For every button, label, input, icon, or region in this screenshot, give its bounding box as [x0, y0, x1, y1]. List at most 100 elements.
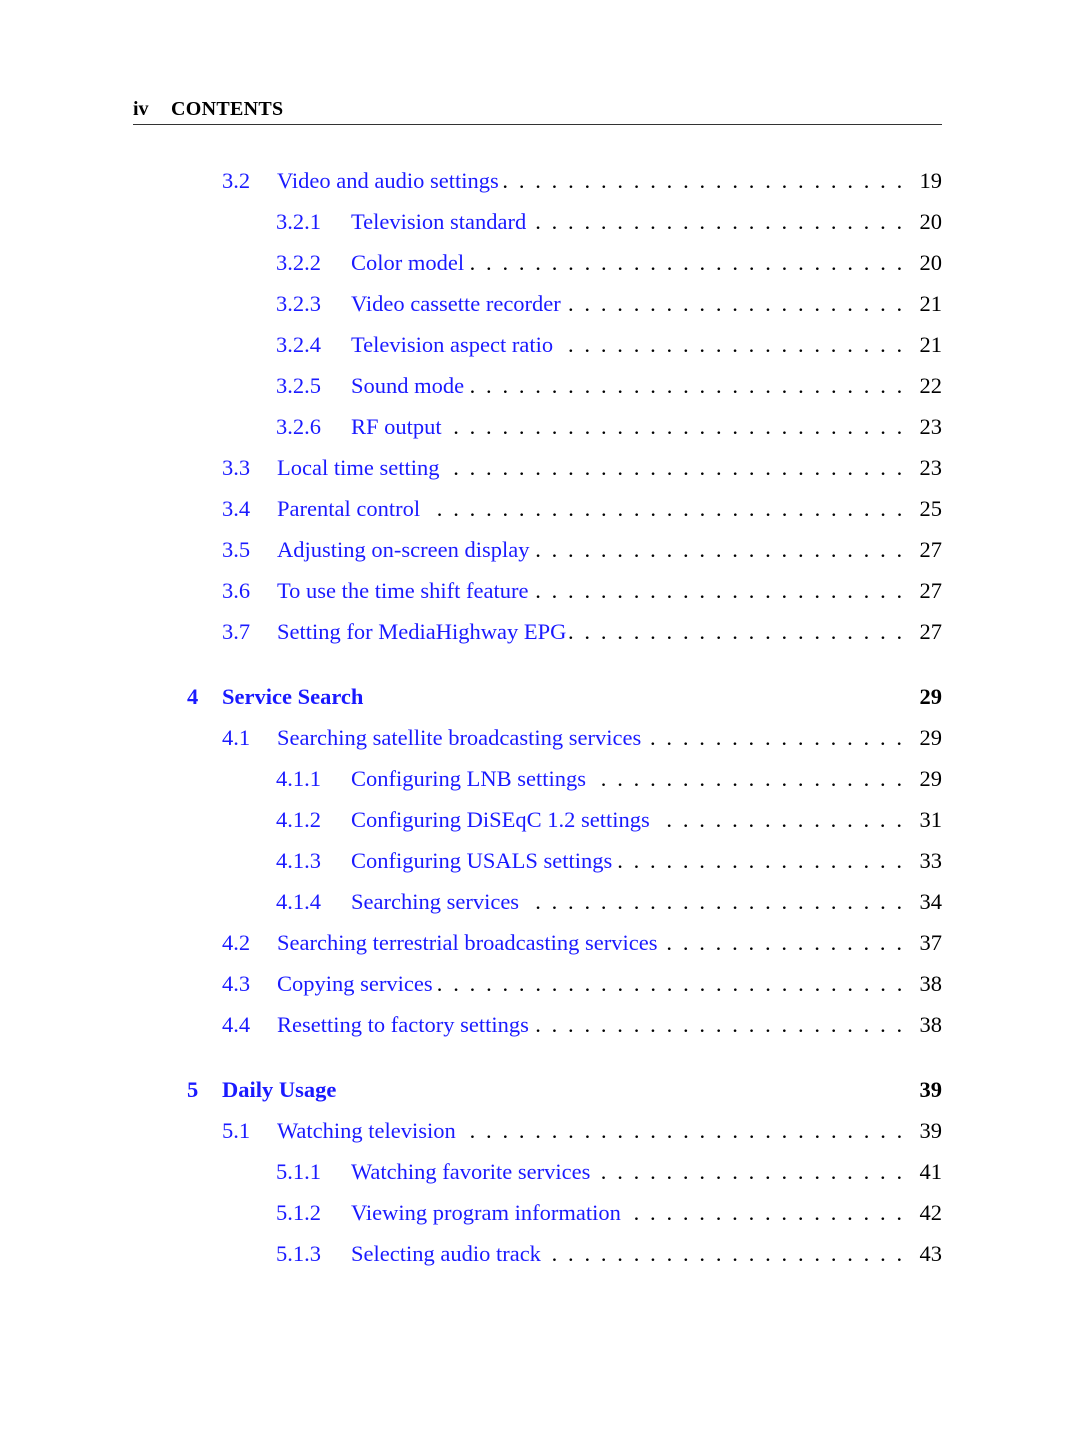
toc-entry-title[interactable]: Configuring DiSEqC 1.2 settings	[351, 805, 650, 835]
toc-entry-number[interactable]: 3.4	[222, 494, 250, 524]
toc-entry[interactable]: 4.1.1 Configuring LNB settings...........…	[0, 764, 1080, 794]
toc-entry[interactable]: 3.2.3 Video cassette recorder............…	[0, 289, 1080, 319]
toc-entry[interactable]: 3.2.5 Sound mode.........................…	[0, 371, 1080, 401]
toc-entry-title[interactable]: To use the time shift feature	[277, 576, 528, 606]
toc-entry-page[interactable]: 27	[920, 617, 943, 647]
toc-entry-number[interactable]: 4.1.4	[276, 887, 321, 917]
toc-entry-page[interactable]: 22	[920, 371, 943, 401]
toc-entry-title[interactable]: Video cassette recorder	[351, 289, 561, 319]
toc-entry-page[interactable]: 34	[920, 887, 943, 917]
toc-chapter-entry[interactable]: 5 Daily Usage 39	[0, 1075, 1080, 1105]
toc-entry-title[interactable]: Television aspect ratio	[351, 330, 553, 360]
toc-entry-number[interactable]: 3.2.1	[276, 207, 321, 237]
toc-entry-number[interactable]: 3.2.5	[276, 371, 321, 401]
toc-entry[interactable]: 5.1.1 Watching favorite services.........…	[0, 1157, 1080, 1187]
toc-entry[interactable]: 3.7 Setting for MediaHighway EPG.........…	[0, 617, 1080, 647]
toc-entry-number[interactable]: 5.1.2	[276, 1198, 321, 1228]
toc-entry-number[interactable]: 4.1.2	[276, 805, 321, 835]
toc-entry-page[interactable]: 19	[920, 166, 943, 196]
toc-entry-title[interactable]: Setting for MediaHighway EPG	[277, 617, 566, 647]
toc-entry[interactable]: 3.4 Parental control.....................…	[0, 494, 1080, 524]
toc-entry-number[interactable]: 4.3	[222, 969, 250, 999]
toc-entry-title[interactable]: Color model	[351, 248, 464, 278]
toc-entry[interactable]: 3.3 Local time setting...................…	[0, 453, 1080, 483]
toc-entry-number[interactable]: 3.2.3	[276, 289, 321, 319]
toc-entry[interactable]: 5.1 Watching television..................…	[0, 1116, 1080, 1146]
toc-entry-number[interactable]: 3.7	[222, 617, 250, 647]
toc-entry-page[interactable]: 20	[920, 248, 943, 278]
toc-entry[interactable]: 4.1.2 Configuring DiSEqC 1.2 settings....…	[0, 805, 1080, 835]
toc-entry-page[interactable]: 41	[920, 1157, 943, 1187]
toc-entry-page[interactable]: 21	[920, 289, 943, 319]
toc-entry[interactable]: 3.5 Adjusting on-screen display..........…	[0, 535, 1080, 565]
toc-entry-title[interactable]: Adjusting on-screen display	[277, 535, 529, 565]
toc-entry-number[interactable]: 3.3	[222, 453, 250, 483]
toc-entry-page[interactable]: 25	[920, 494, 943, 524]
toc-entry-page[interactable]: 29	[920, 764, 943, 794]
toc-entry-number[interactable]: 5.1	[222, 1116, 250, 1146]
toc-entry-number[interactable]: 4.1	[222, 723, 250, 753]
toc-entry-number[interactable]: 3.2.4	[276, 330, 321, 360]
toc-entry[interactable]: 3.2.1 Television standard................…	[0, 207, 1080, 237]
toc-entry[interactable]: 4.2 Searching terrestrial broadcasting se…	[0, 928, 1080, 958]
toc-entry-page[interactable]: 39	[920, 1116, 943, 1146]
toc-entry-title[interactable]: Watching favorite services	[351, 1157, 590, 1187]
toc-entry-number[interactable]: 4.2	[222, 928, 250, 958]
toc-entry-title[interactable]: Daily Usage	[222, 1075, 336, 1105]
toc-entry-page[interactable]: 37	[920, 928, 943, 958]
toc-entry-page[interactable]: 31	[920, 805, 943, 835]
toc-entry[interactable]: 3.2 Video and audio settings.............…	[0, 166, 1080, 196]
toc-entry-page[interactable]: 38	[920, 969, 943, 999]
toc-entry-title[interactable]: Resetting to factory settings	[277, 1010, 529, 1040]
toc-entry-number[interactable]: 4.1.3	[276, 846, 321, 876]
toc-entry-page[interactable]: 27	[920, 535, 943, 565]
toc-entry-page[interactable]: 29	[920, 682, 943, 712]
toc-entry-number[interactable]: 3.2	[222, 166, 250, 196]
toc-entry[interactable]: 4.1.3 Configuring USALS settings.........…	[0, 846, 1080, 876]
toc-entry-title[interactable]: Television standard	[351, 207, 526, 237]
toc-entry-number[interactable]: 3.6	[222, 576, 250, 606]
toc-entry-page[interactable]: 20	[920, 207, 943, 237]
toc-entry-title[interactable]: RF output	[351, 412, 442, 442]
toc-entry-number[interactable]: 5	[187, 1075, 198, 1105]
toc-entry-title[interactable]: Video and audio settings	[277, 166, 499, 196]
toc-entry-page[interactable]: 23	[920, 453, 943, 483]
toc-entry[interactable]: 3.2.2 Color model........................…	[0, 248, 1080, 278]
toc-entry-title[interactable]: Searching services	[351, 887, 519, 917]
toc-entry-number[interactable]: 4.4	[222, 1010, 250, 1040]
toc-chapter-entry[interactable]: 4 Service Search 29	[0, 682, 1080, 712]
toc-entry-page[interactable]: 21	[920, 330, 943, 360]
toc-entry[interactable]: 5.1.3 Selecting audio track..............…	[0, 1239, 1080, 1269]
toc-entry-page[interactable]: 29	[920, 723, 943, 753]
toc-entry-page[interactable]: 33	[920, 846, 943, 876]
toc-entry-number[interactable]: 3.2.2	[276, 248, 321, 278]
toc-entry-page[interactable]: 42	[920, 1198, 943, 1228]
toc-entry-number[interactable]: 3.2.6	[276, 412, 321, 442]
toc-entry-title[interactable]: Copying services	[277, 969, 433, 999]
toc-entry[interactable]: 4.1.4 Searching services.................…	[0, 887, 1080, 917]
toc-entry-title[interactable]: Viewing program information	[351, 1198, 621, 1228]
toc-entry-page[interactable]: 43	[920, 1239, 943, 1269]
toc-entry-page[interactable]: 38	[920, 1010, 943, 1040]
toc-entry[interactable]: 3.2.4 Television aspect ratio............…	[0, 330, 1080, 360]
toc-entry-title[interactable]: Watching television	[277, 1116, 456, 1146]
toc-entry[interactable]: 4.1 Searching satellite broadcasting serv…	[0, 723, 1080, 753]
toc-entry-number[interactable]: 5.1.3	[276, 1239, 321, 1269]
toc-entry[interactable]: 3.2.6 RF output..........................…	[0, 412, 1080, 442]
toc-entry[interactable]: 5.1.2 Viewing program information........…	[0, 1198, 1080, 1228]
toc-entry[interactable]: 3.6 To use the time shift feature........…	[0, 576, 1080, 606]
toc-entry-number[interactable]: 4.1.1	[276, 764, 321, 794]
toc-entry-page[interactable]: 23	[920, 412, 943, 442]
toc-entry-title[interactable]: Selecting audio track	[351, 1239, 541, 1269]
toc-entry[interactable]: 4.4 Resetting to factory settings........…	[0, 1010, 1080, 1040]
toc-entry-title[interactable]: Local time setting	[277, 453, 439, 483]
toc-entry-title[interactable]: Searching satellite broadcasting service…	[277, 723, 641, 753]
toc-entry-number[interactable]: 4	[187, 682, 198, 712]
toc-entry-title[interactable]: Configuring USALS settings	[351, 846, 612, 876]
toc-entry-page[interactable]: 39	[920, 1075, 943, 1105]
toc-entry-title[interactable]: Configuring LNB settings	[351, 764, 586, 794]
toc-entry-title[interactable]: Searching terrestrial broadcasting servi…	[277, 928, 657, 958]
toc-entry-title[interactable]: Sound mode	[351, 371, 464, 401]
toc-entry-title[interactable]: Parental control	[277, 494, 420, 524]
toc-entry-title[interactable]: Service Search	[222, 682, 363, 712]
